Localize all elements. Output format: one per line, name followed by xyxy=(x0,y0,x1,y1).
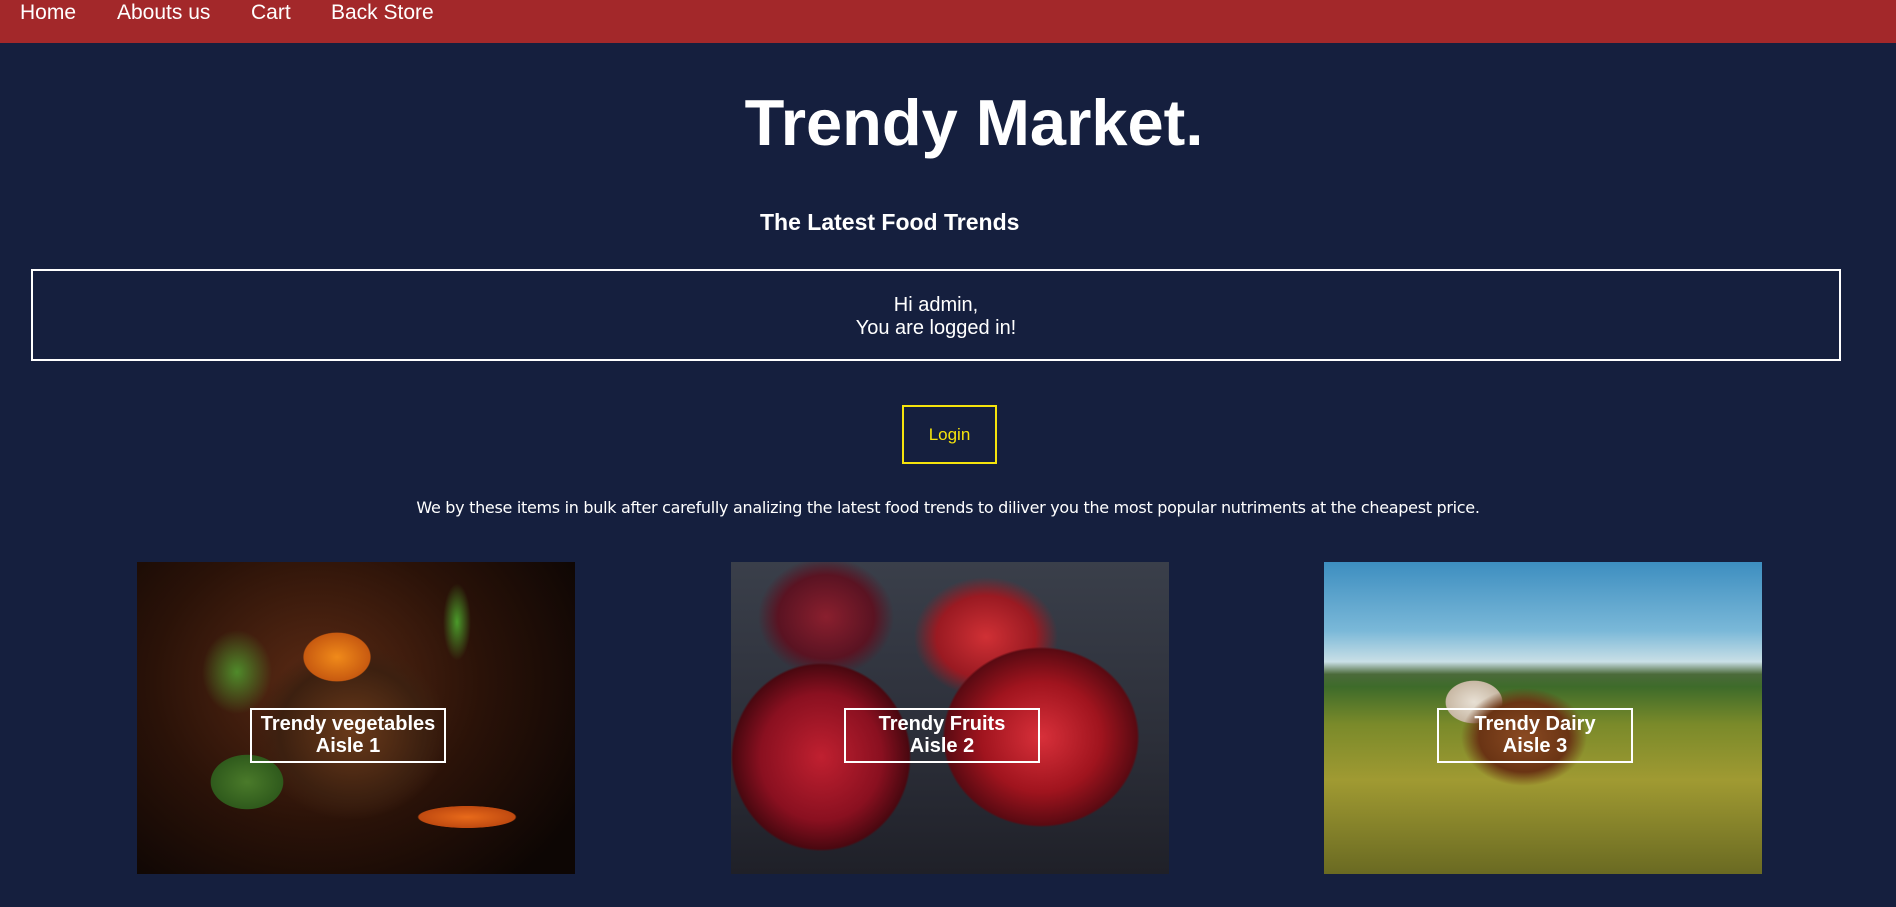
aisle-card-label: Trendy Dairy Aisle 3 xyxy=(1437,708,1633,763)
aisle-card-title: Trendy Dairy xyxy=(1474,713,1596,735)
page-subtitle: The Latest Food Trends xyxy=(760,209,1020,235)
aisle-card-aisle: Aisle 1 xyxy=(315,735,381,757)
aisle-card-label: Trendy vegetables Aisle 1 xyxy=(250,708,446,763)
aisle-card-label: Trendy Fruits Aisle 2 xyxy=(844,708,1040,763)
page-title: Trendy Market. xyxy=(745,80,1204,165)
aisle-card-vegetables[interactable]: Trendy vegetables Aisle 1 xyxy=(137,562,575,874)
welcome-status: You are logged in! xyxy=(855,317,1017,339)
aisle-card-aisle: Aisle 2 xyxy=(909,735,975,757)
nav-about-link[interactable]: Abouts us xyxy=(117,1,210,25)
login-button[interactable]: Login xyxy=(902,405,997,464)
aisle-card-title: Trendy vegetables xyxy=(260,713,436,735)
aisle-card-title: Trendy Fruits xyxy=(878,713,1006,735)
intro-paragraph: We by these items in bulk after carefull… xyxy=(416,498,1480,517)
welcome-message-box: Hi admin, You are logged in! xyxy=(31,269,1841,361)
aisle-card-aisle: Aisle 3 xyxy=(1502,735,1568,757)
aisle-card-fruits[interactable]: Trendy Fruits Aisle 2 xyxy=(731,562,1169,874)
page-title-text: Trendy Market xyxy=(744,86,1186,159)
title-dot: . xyxy=(1185,86,1204,159)
aisle-card-dairy[interactable]: Trendy Dairy Aisle 3 xyxy=(1324,562,1762,874)
nav-home-link[interactable]: Home xyxy=(20,1,76,25)
nav-back-store-link[interactable]: Back Store xyxy=(331,1,434,25)
welcome-greeting: Hi admin, xyxy=(893,294,979,316)
title-container: Trendy Market. xyxy=(0,80,1896,165)
top-navbar: Home Abouts us Cart Back Store xyxy=(0,0,1896,43)
nav-cart-link[interactable]: Cart xyxy=(251,1,291,25)
